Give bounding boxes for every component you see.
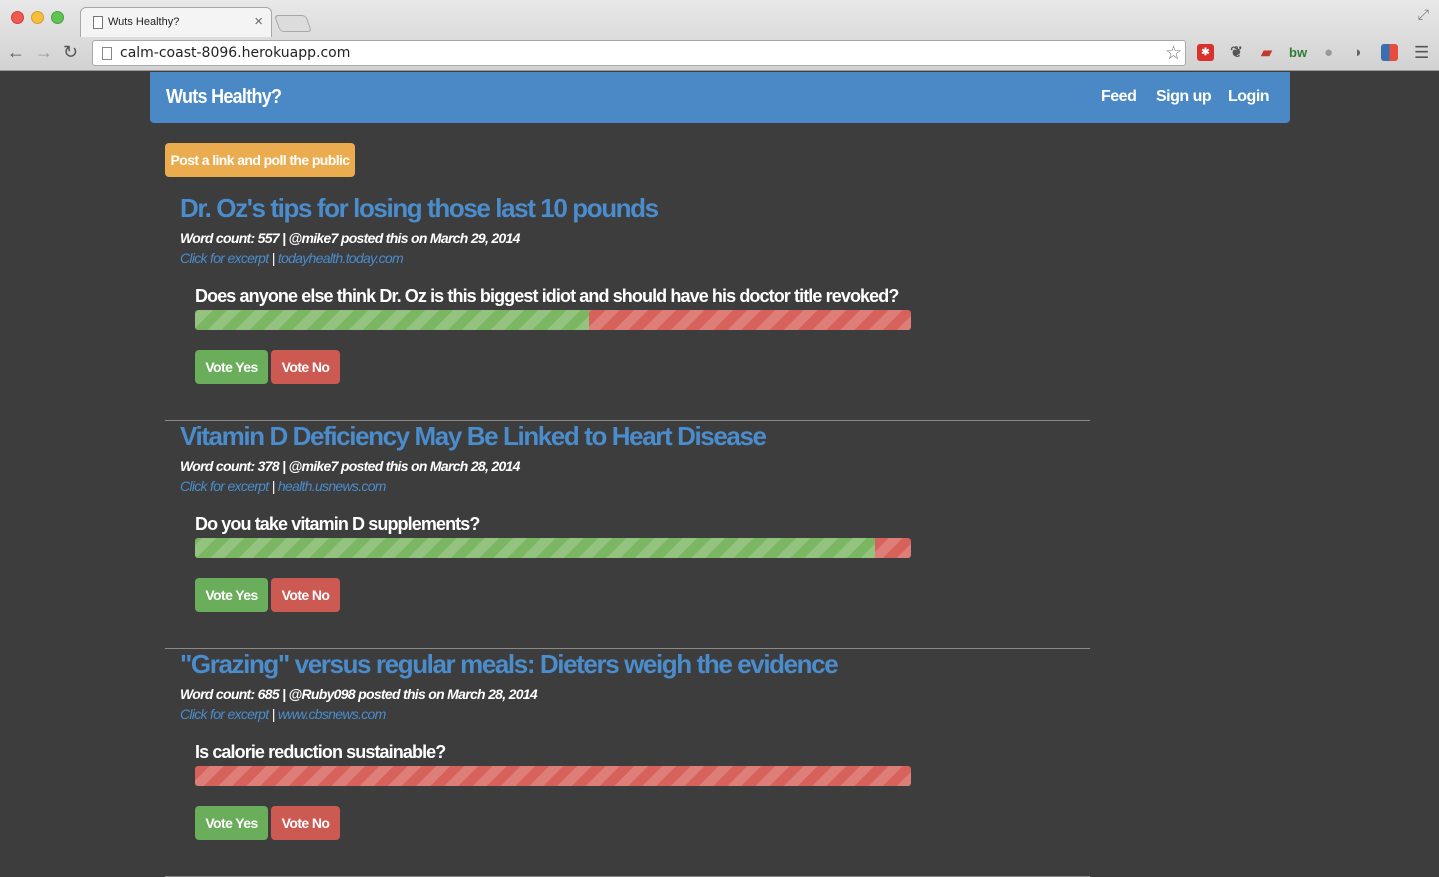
menu-icon[interactable]: ☰ <box>1414 43 1429 63</box>
poll-result-bar <box>195 310 911 330</box>
forward-arrow-icon[interactable]: → <box>35 42 53 62</box>
vote-no-button[interactable]: Vote No <box>271 350 340 384</box>
new-tab-button[interactable] <box>273 15 313 32</box>
nav-signup-link[interactable]: Sign up <box>1156 88 1212 106</box>
extension-blue-icon[interactable] <box>1381 44 1398 61</box>
site-brand[interactable]: Wuts Healthy? <box>166 86 282 109</box>
vote-yes-button[interactable]: Vote Yes <box>195 806 268 840</box>
page-favicon-icon <box>93 16 103 29</box>
vote-no-button[interactable]: Vote No <box>271 806 340 840</box>
extension-red-icon[interactable]: ✱ <box>1197 44 1214 61</box>
article-meta: Word count: 685 | @Ruby098 posted this o… <box>180 686 538 702</box>
address-bar[interactable]: calm-coast-8096.herokuapp.com ☆ <box>92 40 1186 66</box>
article-meta: Word count: 378 | @mike7 posted this on … <box>180 458 520 474</box>
source-domain-link[interactable]: www.cbsnews.com <box>278 706 386 722</box>
poll-yes-fill <box>195 310 589 330</box>
article-meta: Word count: 557 | @mike7 posted this on … <box>180 230 520 246</box>
post-link-button[interactable]: Post a link and poll the public <box>165 143 355 177</box>
link-separator: | <box>271 250 276 266</box>
source-domain-link[interactable]: todayhealth.today.com <box>278 250 404 266</box>
reload-icon[interactable]: ↻ <box>63 42 78 62</box>
page-icon <box>102 47 112 60</box>
vote-no-button[interactable]: Vote No <box>271 578 340 612</box>
vote-yes-button[interactable]: Vote Yes <box>195 350 268 384</box>
poll-question: Is calorie reduction sustainable? <box>195 742 446 762</box>
browser-chrome: Wuts Healthy? × ⤢ ← → ↻ calm-coast-8096.… <box>0 0 1439 71</box>
link-separator: | <box>271 706 276 722</box>
article-item: "Grazing" versus regular meals: Dieters … <box>165 649 1090 877</box>
nav-login-link[interactable]: Login <box>1228 88 1270 106</box>
vote-yes-button[interactable]: Vote Yes <box>195 578 268 612</box>
excerpt-link[interactable]: Click for excerpt <box>180 250 269 266</box>
poll-yes-fill <box>195 538 876 558</box>
article-item: Dr. Oz's tips for losing those last 10 p… <box>165 193 1090 421</box>
poll-no-fill <box>588 310 911 330</box>
poll-question: Does anyone else think Dr. Oz is this bi… <box>195 286 899 306</box>
link-separator: | <box>271 478 276 494</box>
article-title-link[interactable]: "Grazing" versus regular meals: Dieters … <box>180 649 839 680</box>
article-item: Vitamin D Deficiency May Be Linked to He… <box>165 421 1090 649</box>
extension-speaker-icon[interactable]: ◗ <box>1350 44 1367 61</box>
extension-ghost-icon[interactable]: ● <box>1320 44 1337 61</box>
extension-car-icon[interactable]: ▰ <box>1258 44 1275 61</box>
article-links: Click for excerpt | todayhealth.today.co… <box>180 250 404 266</box>
article-title-link[interactable]: Dr. Oz's tips for losing those last 10 p… <box>180 193 659 224</box>
article-links: Click for excerpt | www.cbsnews.com <box>180 706 386 722</box>
extension-bw-icon[interactable]: bw <box>1289 44 1307 61</box>
tab-close-icon[interactable]: × <box>254 13 263 30</box>
article-links: Click for excerpt | health.usnews.com <box>180 478 386 494</box>
minimize-window-button[interactable] <box>31 11 44 24</box>
poll-result-bar <box>195 766 911 786</box>
poll-question: Do you take vitamin D supplements? <box>195 514 480 534</box>
poll-result-bar <box>195 538 911 558</box>
close-window-button[interactable] <box>11 11 24 24</box>
excerpt-link[interactable]: Click for excerpt <box>180 706 269 722</box>
bookmark-star-icon[interactable]: ☆ <box>1165 42 1182 65</box>
fullscreen-icon[interactable]: ⤢ <box>1418 6 1429 23</box>
tab-title: Wuts Healthy? <box>108 16 180 28</box>
source-domain-link[interactable]: health.usnews.com <box>278 478 387 494</box>
poll-no-fill <box>875 538 911 558</box>
nav-feed-link[interactable]: Feed <box>1101 88 1137 106</box>
extension-evernote-icon[interactable]: ❦ <box>1228 44 1245 61</box>
site-navbar: Wuts Healthy? Feed Sign up Login <box>150 72 1290 123</box>
article-title-link[interactable]: Vitamin D Deficiency May Be Linked to He… <box>180 421 767 452</box>
back-arrow-icon[interactable]: ← <box>7 42 25 62</box>
excerpt-link[interactable]: Click for excerpt <box>180 478 269 494</box>
zoom-window-button[interactable] <box>51 11 64 24</box>
url-text[interactable]: calm-coast-8096.herokuapp.com <box>120 45 350 61</box>
poll-no-fill <box>195 766 911 786</box>
browser-tab[interactable]: Wuts Healthy? × <box>80 7 272 37</box>
